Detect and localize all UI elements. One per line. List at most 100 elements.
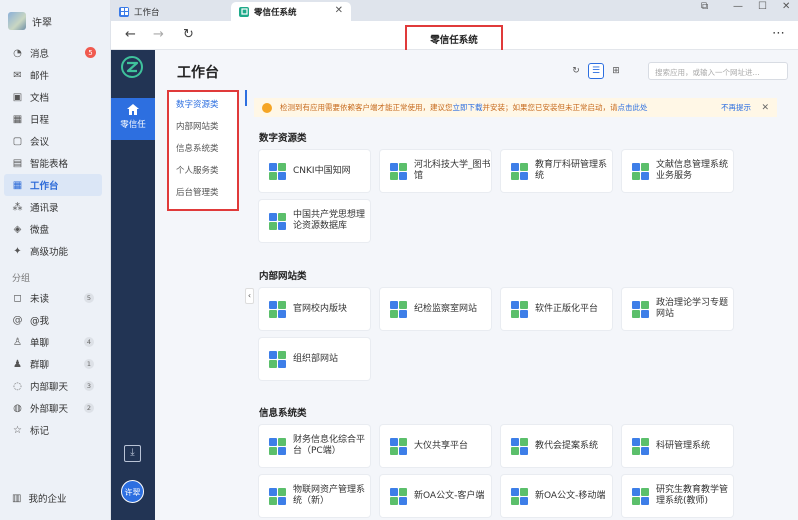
workbench-icon: ▦ xyxy=(12,179,23,191)
tab-workbench[interactable]: 工作台 xyxy=(111,2,229,21)
nav-item-meeting[interactable]: ▢ 会议 xyxy=(4,130,102,152)
app-card-label: 科研管理系统 xyxy=(656,440,711,451)
group-at-me[interactable]: @ @我 xyxy=(4,309,102,331)
category-admin[interactable]: 后台管理类 xyxy=(169,180,237,202)
app-tile-icon xyxy=(632,487,649,505)
download-icon[interactable]: ⤓ xyxy=(124,445,141,462)
app-card[interactable]: 纪检监察室网站 xyxy=(380,288,491,330)
app-card[interactable]: 财务信息化综合平台（PC端） xyxy=(259,425,370,467)
app-card-label: 大仪共享平台 xyxy=(414,440,469,451)
group-internal-chat[interactable]: ◌ 内部聊天 3 xyxy=(4,375,102,397)
tab-zero-trust[interactable]: 零信任系统 ✕ xyxy=(231,2,351,21)
app-card[interactable]: 科研管理系统 xyxy=(622,425,733,467)
app-tile-icon xyxy=(511,162,528,180)
avatar[interactable]: 许翠 xyxy=(121,480,144,503)
list-view-icon[interactable]: ☰ xyxy=(588,63,604,79)
app-card-label: 政治理论学习专题网站 xyxy=(656,298,729,319)
user-profile[interactable]: 许翠 xyxy=(8,12,52,30)
my-company[interactable]: ▥ 我的企业 xyxy=(12,491,66,506)
back-arrow-icon[interactable]: ← xyxy=(125,27,136,42)
app-card[interactable]: 软件正版化平台 xyxy=(501,288,612,330)
app-tile-icon xyxy=(390,162,407,180)
forward-arrow-icon[interactable]: → xyxy=(153,27,164,42)
app-card-label: 新OA公文-移动端 xyxy=(535,490,606,501)
close-tab-icon[interactable]: ✕ xyxy=(335,5,343,16)
maximize-icon[interactable]: ☐ xyxy=(758,1,767,12)
nav-item-calendar[interactable]: ▦ 日程 xyxy=(4,108,102,130)
app-tile-icon xyxy=(511,300,528,318)
app-card[interactable]: 组织部网站 xyxy=(259,338,370,380)
section-title: 信息系统类 xyxy=(259,408,307,419)
app-card[interactable]: 官网校内版块 xyxy=(259,288,370,330)
app-card-label: 研究生教育教学管理系统(教师) xyxy=(656,485,729,506)
app-card[interactable]: 河北科技大学_图书馆 xyxy=(380,150,491,192)
app-card[interactable]: 大仪共享平台 xyxy=(380,425,491,467)
table-icon: ▤ xyxy=(12,157,23,169)
app-card[interactable]: 中国共产党思想理论资源数据库 xyxy=(259,200,370,242)
search-input[interactable]: 搜索应用，或输入一个网址进... xyxy=(648,62,788,80)
mail-icon: ✉ xyxy=(13,69,22,81)
building-icon: ▥ xyxy=(12,492,22,504)
group-external-chat[interactable]: ◍ 外部聊天 2 xyxy=(4,397,102,419)
window-close-icon[interactable]: ✕ xyxy=(782,1,790,12)
wake-client-link[interactable]: 点击此处 xyxy=(618,102,648,113)
group-single-chat[interactable]: ♙ 单聊 4 xyxy=(4,331,102,353)
unread-badge: 5 xyxy=(85,47,96,58)
app-card[interactable]: 新OA公文-移动端 xyxy=(501,475,612,517)
warning-icon xyxy=(262,102,272,113)
nav-item-workbench[interactable]: ▦ 工作台 xyxy=(4,174,102,196)
app-tile-icon xyxy=(511,437,528,455)
minimize-icon[interactable]: — xyxy=(733,1,743,12)
download-link[interactable]: 立即下载 xyxy=(453,102,483,113)
group-nav: ◻ 未读 5 @ @我 ♙ 单聊 4 ♟ 群聊 1 ◌ 内部聊天 3 ◍ 外部聊天 2 ☆ 标记 xyxy=(4,287,102,441)
app-card-label: 纪检监察室网站 xyxy=(414,303,478,314)
app-card-label: 教代会提案系统 xyxy=(535,440,599,451)
app-card-label: 教育厅科研管理系统 xyxy=(535,160,608,181)
app-card[interactable]: 研究生教育教学管理系统(教师) xyxy=(622,475,733,517)
avatar[interactable] xyxy=(8,12,26,30)
app-card[interactable]: 教代会提案系统 xyxy=(501,425,612,467)
group-unread[interactable]: ◻ 未读 5 xyxy=(4,287,102,309)
nav-item-contacts[interactable]: ⁂ 通讯录 xyxy=(4,196,102,218)
app-card[interactable]: 文献信息管理系统业务服务 xyxy=(622,150,733,192)
nav-item-advanced[interactable]: ✦ 高级功能 xyxy=(4,240,102,262)
category-info-systems[interactable]: 信息系统类 xyxy=(169,136,237,158)
address-bar: ← → ↻ 零信任系统 ⋯ xyxy=(111,21,798,55)
category-digital-resources[interactable]: 数字资源类 xyxy=(169,92,237,114)
tab-bar: 工作台 零信任系统 ✕ ⧉ — ☐ ✕ xyxy=(111,0,798,21)
app-card-label: CNKI中国知网 xyxy=(293,165,351,176)
refresh-icon[interactable]: ↻ xyxy=(568,63,584,79)
refresh-icon[interactable]: ↻ xyxy=(183,27,194,42)
workbench-page: 工作台 ↻ ☰ ⊞ 搜索应用，或输入一个网址进... 数字资源类 内部网站类 信… xyxy=(155,50,798,520)
nav-item-messages[interactable]: ◔ 消息 5 xyxy=(4,42,102,64)
app-tile-icon xyxy=(632,300,649,318)
app-nav: 零信任 ⤓ 许翠 xyxy=(111,50,155,520)
drive-icon: ◈ xyxy=(13,223,22,235)
close-notice-icon[interactable]: ✕ xyxy=(761,103,769,113)
app-card[interactable]: 物联网资产管理系统（新） xyxy=(259,475,370,517)
group-group-chat[interactable]: ♟ 群聊 1 xyxy=(4,353,102,375)
nav-item-drive[interactable]: ◈ 微盘 xyxy=(4,218,102,240)
app-card[interactable]: 教育厅科研管理系统 xyxy=(501,150,612,192)
category-list: 数字资源类 内部网站类 信息系统类 个人服务类 后台管理类 xyxy=(167,90,239,211)
app-card[interactable]: 新OA公文-客户端 xyxy=(380,475,491,517)
section-title: 数字资源类 xyxy=(259,133,307,144)
nav-item-smart-table[interactable]: ▤ 智能表格 xyxy=(4,152,102,174)
category-internal-sites[interactable]: 内部网站类 xyxy=(169,114,237,136)
nav-item-docs[interactable]: ▣ 文档 xyxy=(4,86,102,108)
app-card-label: 财务信息化综合平台（PC端） xyxy=(293,435,366,456)
group-starred[interactable]: ☆ 标记 xyxy=(4,419,102,441)
pin-icon[interactable]: ⧉ xyxy=(701,1,708,12)
app-tile-icon xyxy=(632,437,649,455)
main-nav: ◔ 消息 5 ✉ 邮件 ▣ 文档 ▦ 日程 ▢ 会议 ▤ 智能表格 ▦ 工作台 ⁂ 通讯录 ◈ 微盘… xyxy=(4,42,102,262)
collapse-chevron-icon[interactable]: ‹ xyxy=(245,288,254,304)
more-menu-icon[interactable]: ⋯ xyxy=(772,26,786,41)
app-card[interactable]: CNKI中国知网 xyxy=(259,150,370,192)
grid-view-icon[interactable]: ⊞ xyxy=(608,63,624,79)
zero-trust-tab-icon xyxy=(239,6,249,17)
category-personal-services[interactable]: 个人服务类 xyxy=(169,158,237,180)
dismiss-notice-link[interactable]: 不再提示 xyxy=(721,102,751,113)
nav-item-mail[interactable]: ✉ 邮件 xyxy=(4,64,102,86)
nav-zero-trust[interactable]: 零信任 xyxy=(111,98,155,140)
app-card[interactable]: 政治理论学习专题网站 xyxy=(622,288,733,330)
